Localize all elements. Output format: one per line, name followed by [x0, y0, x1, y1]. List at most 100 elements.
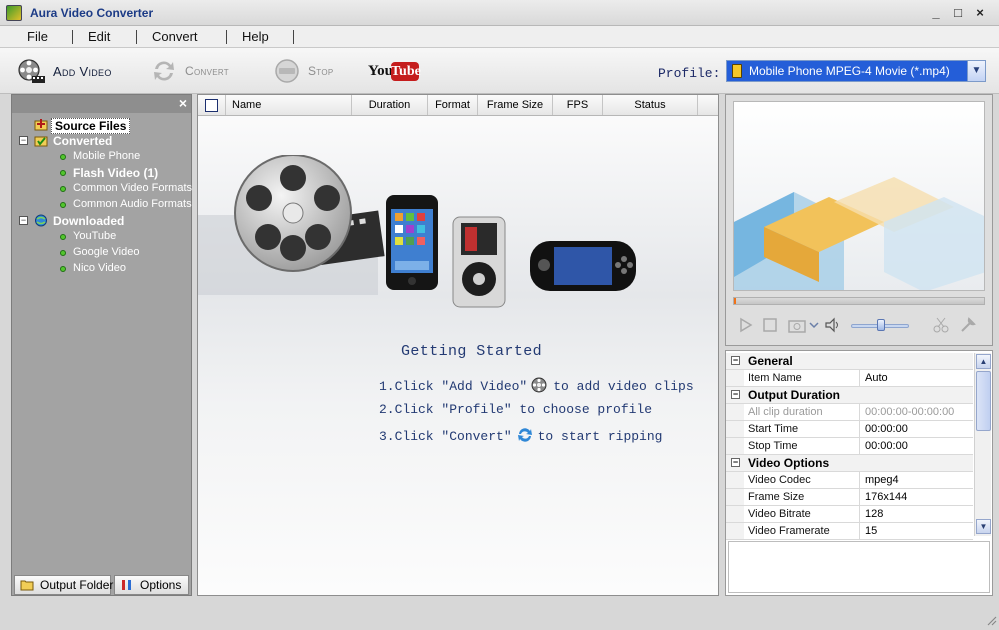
tree-label: Google Video: [73, 246, 140, 258]
app-icon: [6, 5, 22, 21]
tree-item-downloaded[interactable]: − Downloaded: [12, 213, 191, 229]
collapse-icon[interactable]: −: [19, 136, 28, 145]
output-folder-button[interactable]: Output Folder: [14, 575, 114, 595]
tree-item-mobile-phone[interactable]: Mobile Phone: [12, 149, 191, 165]
step-3-text-b: to start ripping: [537, 429, 663, 444]
scrollbar-thumb[interactable]: [976, 371, 991, 431]
tree-label: Common Video Formats: [73, 182, 193, 194]
collapse-icon[interactable]: −: [731, 356, 740, 365]
wrench-icon[interactable]: [959, 316, 977, 334]
column-header-frame-size[interactable]: Frame Size: [477, 95, 552, 115]
stop-button[interactable]: Stop: [273, 56, 353, 86]
column-header-status[interactable]: Status: [602, 95, 697, 115]
column-header-name[interactable]: Name: [225, 95, 351, 115]
volume-icon[interactable]: [824, 316, 842, 334]
category-label: Output Duration: [748, 388, 840, 402]
tree-item-converted[interactable]: − Converted: [12, 133, 191, 149]
instruction-step-2: 2.Click "Profile" to choose profile: [379, 402, 653, 417]
property-category-output-duration[interactable]: − Output Duration: [726, 387, 973, 404]
play-icon[interactable]: [736, 316, 754, 334]
property-row-all-clip-duration[interactable]: All clip duration 00:00:00-00:00:00: [726, 404, 973, 421]
seek-bar[interactable]: [733, 297, 985, 305]
property-value[interactable]: 00:00:00: [859, 421, 973, 438]
media-player-icon: [452, 216, 506, 308]
volume-slider-thumb[interactable]: [877, 319, 885, 331]
property-value[interactable]: 15: [859, 523, 973, 540]
property-value[interactable]: 128: [859, 506, 973, 523]
source-files-icon: [34, 119, 48, 131]
maximize-button[interactable]: □: [948, 4, 968, 22]
property-row-video-bitrate[interactable]: Video Bitrate 128: [726, 506, 973, 523]
property-value[interactable]: mpeg4: [859, 472, 973, 489]
property-description-box: [728, 541, 990, 593]
menu-help[interactable]: Help: [242, 29, 269, 44]
menu-convert[interactable]: Convert: [152, 29, 198, 44]
properties-scrollbar[interactable]: ▲ ▼: [974, 353, 991, 536]
property-category-video-options[interactable]: − Video Options: [726, 455, 973, 472]
tree-item-common-audio-formats[interactable]: Common Audio Formats: [12, 197, 192, 213]
chevron-down-icon[interactable]: [809, 316, 819, 334]
scroll-down-icon[interactable]: ▼: [976, 519, 991, 534]
property-value[interactable]: 00:00:00: [859, 438, 973, 455]
tree-label: Flash Video (1): [73, 166, 159, 180]
collapse-icon[interactable]: −: [19, 216, 28, 225]
menu-edit[interactable]: Edit: [88, 29, 110, 44]
converted-folder-icon: [34, 136, 48, 147]
stop-icon[interactable]: [761, 316, 779, 334]
close-button[interactable]: ×: [970, 4, 990, 22]
minimize-button[interactable]: _: [926, 4, 946, 22]
bullet-icon: [60, 250, 66, 256]
step-1-text-b: to add video clips: [553, 379, 694, 394]
youtube-button[interactable]: You Tube: [368, 62, 421, 82]
menu-file[interactable]: File: [27, 29, 48, 44]
window-title: Aura Video Converter: [30, 6, 154, 20]
tree-item-youtube[interactable]: YouTube: [12, 229, 191, 245]
property-row-frame-size[interactable]: Frame Size 176x144: [726, 489, 973, 506]
column-header-format[interactable]: Format: [427, 95, 477, 115]
player-controls: [733, 312, 985, 338]
tree-item-nico-video[interactable]: Nico Video: [12, 261, 191, 277]
convert-button[interactable]: Convert: [150, 56, 250, 86]
devices-illustration: [198, 155, 636, 308]
select-all-checkbox[interactable]: [205, 99, 218, 112]
seek-position-marker[interactable]: [734, 298, 736, 304]
property-row-video-framerate[interactable]: Video Framerate 15: [726, 523, 973, 540]
column-header-filler: [697, 95, 718, 115]
property-value[interactable]: 176x144: [859, 489, 973, 506]
tree-item-common-video-formats[interactable]: Common Video Formats: [12, 181, 193, 197]
collapse-icon[interactable]: −: [731, 390, 740, 399]
convert-arrows-icon: [517, 428, 532, 442]
property-label: All clip duration: [748, 406, 823, 418]
source-tree: Source Files − Converted Mobile Phone Fl…: [12, 117, 193, 277]
tree-item-flash-video[interactable]: Flash Video (1): [12, 165, 191, 181]
close-icon[interactable]: ×: [179, 96, 187, 111]
row-gutter: [726, 489, 744, 505]
options-button[interactable]: Options: [114, 575, 189, 595]
property-value[interactable]: Auto: [859, 370, 973, 387]
scissors-icon[interactable]: [932, 316, 950, 334]
property-category-general[interactable]: − General: [726, 353, 973, 370]
snapshot-camera-icon[interactable]: [788, 316, 806, 334]
property-grid: − General Item Name Auto − Output Durati…: [726, 353, 973, 540]
scroll-up-icon[interactable]: ▲: [976, 354, 991, 369]
property-row-item-name[interactable]: Item Name Auto: [726, 370, 973, 387]
chevron-down-icon[interactable]: ▼: [967, 61, 985, 81]
source-tree-panel: × Source Files − Converted Mobile Phone …: [11, 94, 192, 596]
resize-grip-icon[interactable]: [985, 614, 997, 626]
output-folder-label: Output Folder: [40, 578, 114, 592]
tree-item-source-files[interactable]: Source Files: [12, 117, 191, 134]
tree-label: Mobile Phone: [73, 150, 141, 162]
category-label: General: [748, 354, 793, 368]
add-video-button[interactable]: Add Video: [18, 56, 128, 86]
collapse-icon[interactable]: −: [731, 458, 740, 467]
property-row-start-time[interactable]: Start Time 00:00:00: [726, 421, 973, 438]
property-row-video-codec[interactable]: Video Codec mpeg4: [726, 472, 973, 489]
column-header-fps[interactable]: FPS: [552, 95, 602, 115]
row-gutter: [726, 523, 744, 539]
tree-label: Nico Video: [73, 262, 126, 274]
property-row-stop-time[interactable]: Stop Time 00:00:00: [726, 438, 973, 455]
column-header-duration[interactable]: Duration: [351, 95, 427, 115]
profile-select[interactable]: Mobile Phone MPEG-4 Movie (*.mp4) ▼: [726, 60, 986, 82]
property-label: Frame Size: [748, 491, 805, 503]
tree-item-google-video[interactable]: Google Video: [12, 245, 191, 261]
